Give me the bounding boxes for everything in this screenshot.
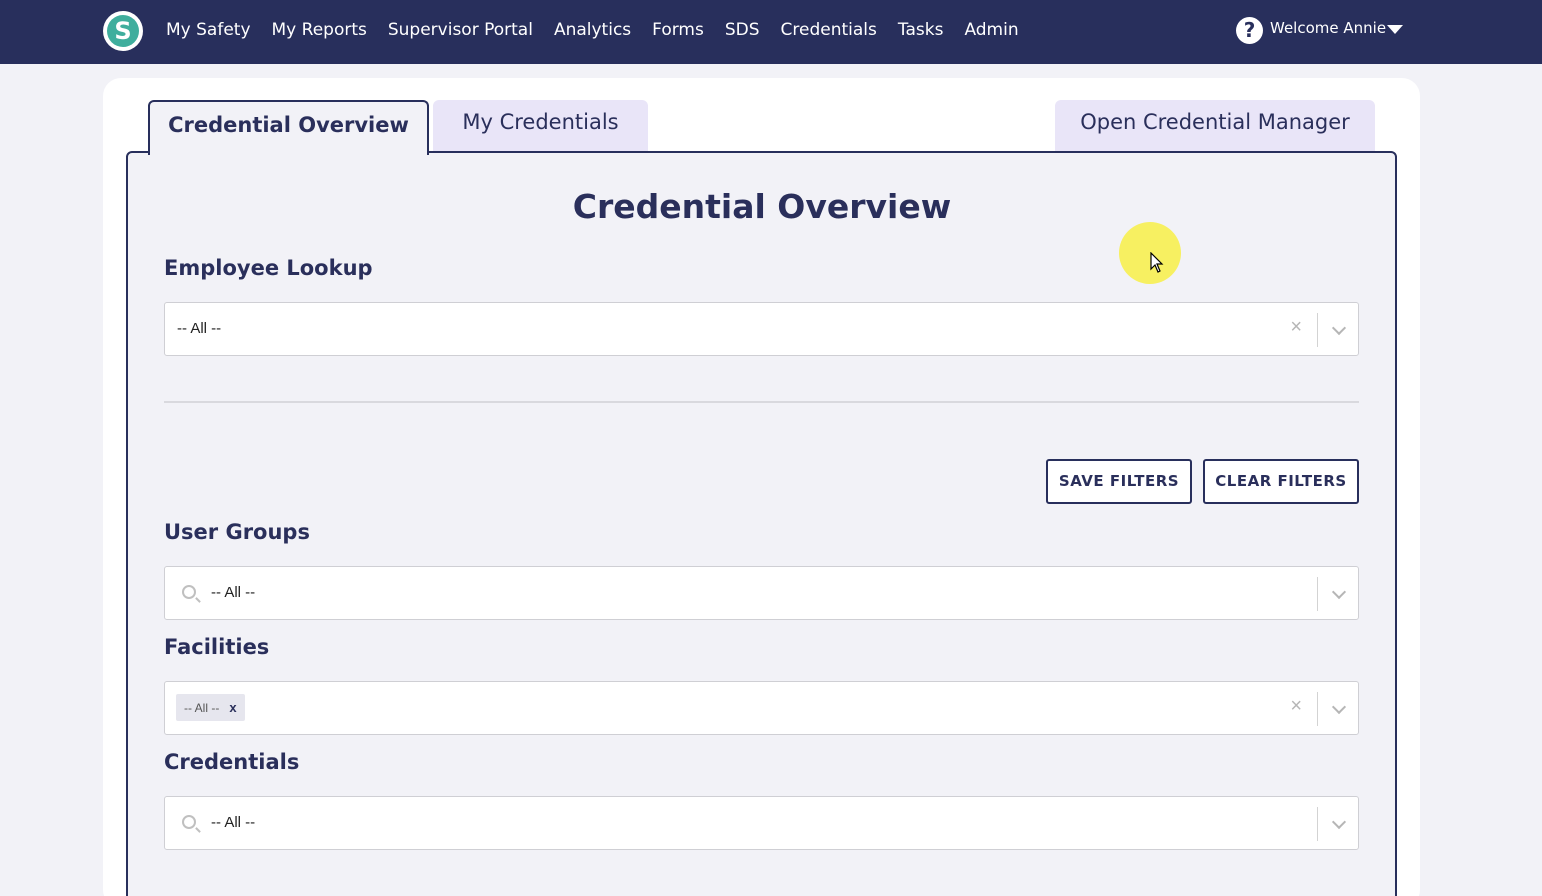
facilities-select[interactable]: -- All -- x × <box>164 681 1359 735</box>
tab-open-credential-manager[interactable]: Open Credential Manager <box>1055 100 1375 151</box>
nav-supervisor-portal[interactable]: Supervisor Portal <box>388 20 533 40</box>
facility-chip-label: -- All -- <box>184 700 220 715</box>
mouse-pointer-icon <box>1150 252 1164 273</box>
save-filters-button[interactable]: SAVE FILTERS <box>1046 459 1192 504</box>
section-divider <box>164 401 1359 403</box>
nav-forms[interactable]: Forms <box>652 20 704 40</box>
user-groups-label: User Groups <box>164 520 310 544</box>
nav-credentials[interactable]: Credentials <box>781 20 877 40</box>
facilities-label: Facilities <box>164 635 270 659</box>
credentials-value: -- All -- <box>211 814 256 831</box>
caret-down-icon[interactable] <box>1387 25 1403 34</box>
search-icon <box>182 815 196 829</box>
employee-lookup-value: -- All -- <box>177 320 222 337</box>
select-separator <box>1317 807 1318 841</box>
select-separator <box>1317 692 1318 726</box>
user-groups-select[interactable]: -- All -- <box>164 566 1359 620</box>
employee-lookup-label: Employee Lookup <box>164 256 373 280</box>
credentials-select[interactable]: -- All -- <box>164 796 1359 850</box>
nav-links: My Safety My Reports Supervisor Portal A… <box>166 0 1040 60</box>
select-separator <box>1317 577 1318 611</box>
chevron-down-icon[interactable] <box>1331 320 1347 336</box>
chip-remove-icon[interactable]: x <box>229 700 236 715</box>
chevron-down-icon[interactable] <box>1331 699 1347 715</box>
chevron-down-icon[interactable] <box>1331 584 1347 600</box>
employee-lookup-select[interactable]: -- All -- × <box>164 302 1359 356</box>
nav-my-safety[interactable]: My Safety <box>166 20 251 40</box>
nav-my-reports[interactable]: My Reports <box>272 20 367 40</box>
page-title: Credential Overview <box>572 187 952 226</box>
user-groups-value: -- All -- <box>211 584 256 601</box>
tab-my-credentials[interactable]: My Credentials <box>433 100 648 151</box>
clear-icon[interactable]: × <box>1290 316 1302 339</box>
search-icon <box>182 585 196 599</box>
welcome-user-menu[interactable]: Welcome Annie <box>1270 19 1386 37</box>
clear-icon[interactable]: × <box>1290 695 1302 718</box>
logo-icon: S <box>107 15 139 47</box>
help-icon[interactable]: ? <box>1236 17 1263 44</box>
nav-admin[interactable]: Admin <box>964 20 1018 40</box>
app-logo[interactable]: S <box>103 11 143 51</box>
nav-tasks[interactable]: Tasks <box>898 20 944 40</box>
clear-filters-button[interactable]: CLEAR FILTERS <box>1203 459 1359 504</box>
nav-analytics[interactable]: Analytics <box>554 20 631 40</box>
tab-credential-overview[interactable]: Credential Overview <box>148 100 429 155</box>
nav-sds[interactable]: SDS <box>725 20 760 40</box>
credentials-label: Credentials <box>164 750 300 774</box>
facility-chip: -- All -- x <box>176 694 245 721</box>
select-separator <box>1317 313 1318 347</box>
top-navbar: S My Safety My Reports Supervisor Portal… <box>0 0 1542 64</box>
chevron-down-icon[interactable] <box>1331 814 1347 830</box>
